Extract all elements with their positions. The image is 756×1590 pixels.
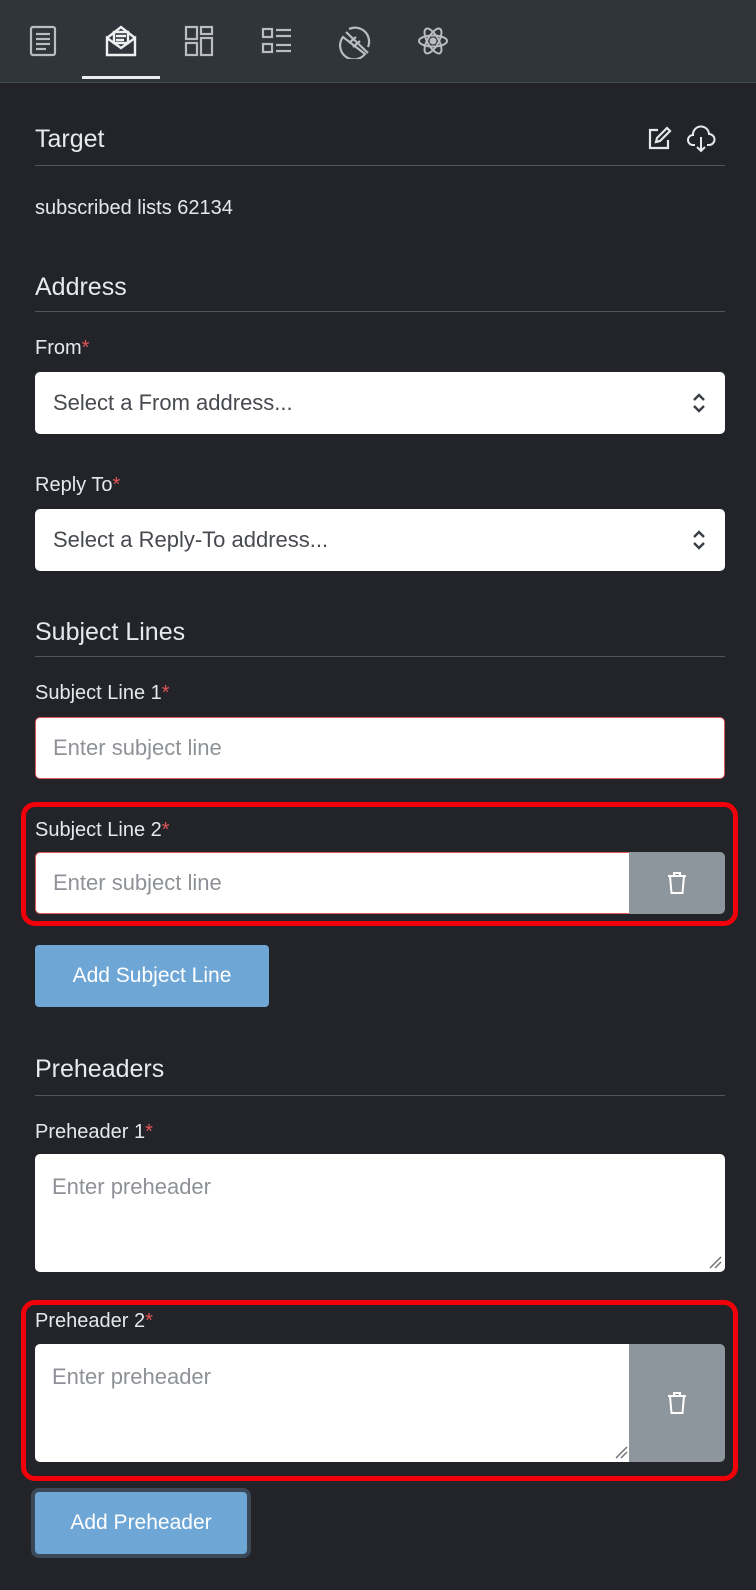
required-marker: *: [112, 474, 121, 496]
cloud-download-icon[interactable]: [686, 124, 716, 154]
address-divider: [35, 311, 725, 312]
preheader-1-label-text: Preheader 1: [35, 1121, 146, 1143]
preheader-2-placeholder: Enter preheader: [52, 1364, 211, 1389]
reply-to-label: Reply To*: [35, 473, 120, 497]
subject-line-2-label: Subject Line 2*: [35, 818, 170, 842]
target-summary: subscribed lists 62134: [35, 197, 233, 219]
subject-line-2-label-text: Subject Line 2: [35, 819, 162, 841]
reply-to-address-select[interactable]: Select a Reply-To address...: [35, 509, 725, 571]
target-divider: [35, 165, 725, 166]
subject-line-1-placeholder: Enter subject line: [53, 735, 222, 760]
subject-line-1-label-text: Subject Line 1: [35, 682, 162, 704]
preheader-1-textarea[interactable]: Enter preheader: [35, 1154, 725, 1272]
target-heading: Target: [35, 125, 105, 153]
required-marker: *: [81, 337, 90, 359]
preheader-1-label: Preheader 1*: [35, 1120, 153, 1144]
campaign-settings-panel: Target subscribed lists 62134 Address Fr…: [0, 0, 756, 1590]
required-marker: *: [145, 1121, 153, 1143]
from-label-text: From: [35, 337, 82, 359]
required-marker: *: [161, 682, 170, 704]
subject-lines-heading: Subject Lines: [35, 618, 186, 646]
subject-lines-divider: [35, 656, 725, 657]
subject-line-1-input[interactable]: Enter subject line: [35, 717, 725, 779]
preheader-1-placeholder: Enter preheader: [52, 1174, 211, 1199]
chevron-updown-icon: [693, 530, 705, 550]
resize-grip-icon[interactable]: [708, 1255, 722, 1269]
trash-icon: [668, 1392, 686, 1414]
reply-to-label-text: Reply To: [35, 474, 113, 496]
add-subject-line-button[interactable]: Add Subject Line: [35, 945, 269, 1007]
edit-icon[interactable]: [644, 124, 674, 154]
add-preheader-button[interactable]: Add Preheader: [35, 1492, 247, 1554]
required-marker: *: [161, 819, 170, 841]
preheader-2-textarea[interactable]: Enter preheader: [35, 1344, 631, 1462]
chevron-updown-icon: [693, 393, 705, 413]
from-label: From*: [35, 336, 89, 360]
preheader-2-label-text: Preheader 2: [35, 1310, 146, 1332]
delete-preheader-2-button[interactable]: [629, 1344, 725, 1462]
preheaders-divider: [35, 1095, 725, 1096]
subject-line-2-input[interactable]: Enter subject line: [35, 852, 631, 914]
reply-to-address-value: Select a Reply-To address...: [53, 527, 329, 552]
subject-line-2-placeholder: Enter subject line: [53, 870, 222, 895]
preheader-2-label: Preheader 2*: [35, 1309, 153, 1333]
resize-grip-icon[interactable]: [614, 1445, 628, 1459]
required-marker: *: [145, 1310, 153, 1332]
from-address-value: Select a From address...: [53, 390, 293, 415]
address-heading: Address: [35, 273, 127, 301]
trash-icon: [668, 872, 686, 894]
delete-subject-line-2-button[interactable]: [629, 852, 725, 914]
subject-line-1-label: Subject Line 1*: [35, 681, 170, 705]
from-address-select[interactable]: Select a From address...: [35, 372, 725, 434]
preheaders-heading: Preheaders: [35, 1055, 165, 1083]
